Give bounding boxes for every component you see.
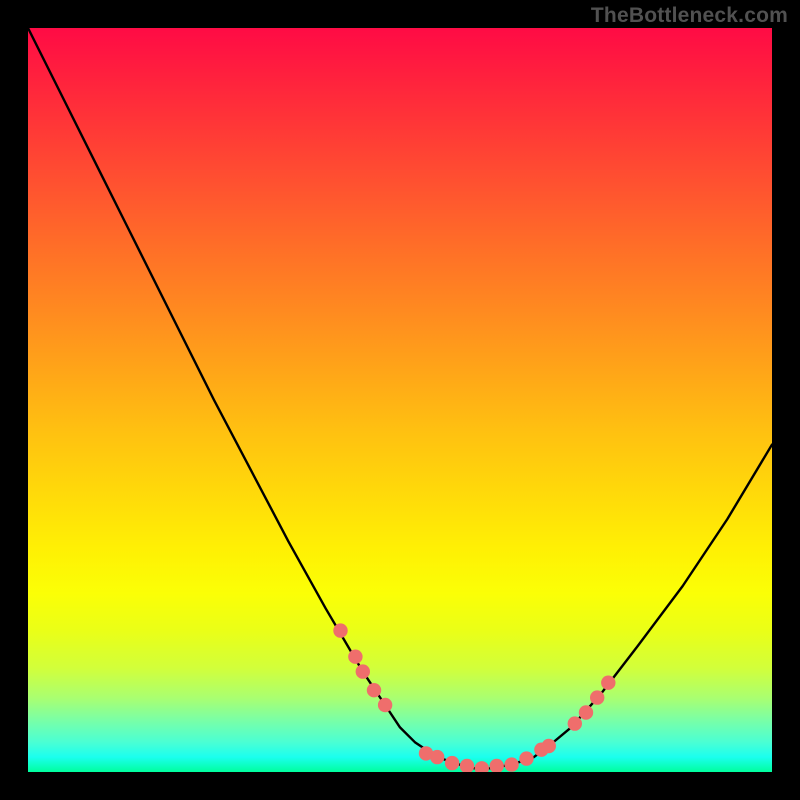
highlight-marker bbox=[475, 761, 489, 772]
bottleneck-curve bbox=[28, 28, 772, 768]
highlight-marker bbox=[490, 759, 504, 772]
highlight-marker bbox=[460, 759, 474, 772]
highlight-marker bbox=[542, 739, 556, 753]
highlight-marker bbox=[601, 676, 615, 690]
highlight-marker bbox=[378, 698, 392, 712]
plot-area bbox=[28, 28, 772, 772]
highlight-marker bbox=[333, 623, 347, 637]
highlight-marker bbox=[568, 716, 582, 730]
chart-frame: TheBottleneck.com bbox=[0, 0, 800, 800]
highlight-markers bbox=[333, 623, 615, 772]
highlight-marker bbox=[367, 683, 381, 697]
highlight-marker bbox=[430, 750, 444, 764]
curve-layer bbox=[28, 28, 772, 772]
highlight-marker bbox=[445, 756, 459, 770]
highlight-marker bbox=[356, 664, 370, 678]
watermark-text: TheBottleneck.com bbox=[591, 4, 788, 28]
highlight-marker bbox=[579, 705, 593, 719]
highlight-marker bbox=[519, 751, 533, 765]
highlight-marker bbox=[504, 757, 518, 771]
highlight-marker bbox=[590, 690, 604, 704]
bottleneck-curve-path bbox=[28, 28, 772, 768]
highlight-marker bbox=[348, 650, 362, 664]
